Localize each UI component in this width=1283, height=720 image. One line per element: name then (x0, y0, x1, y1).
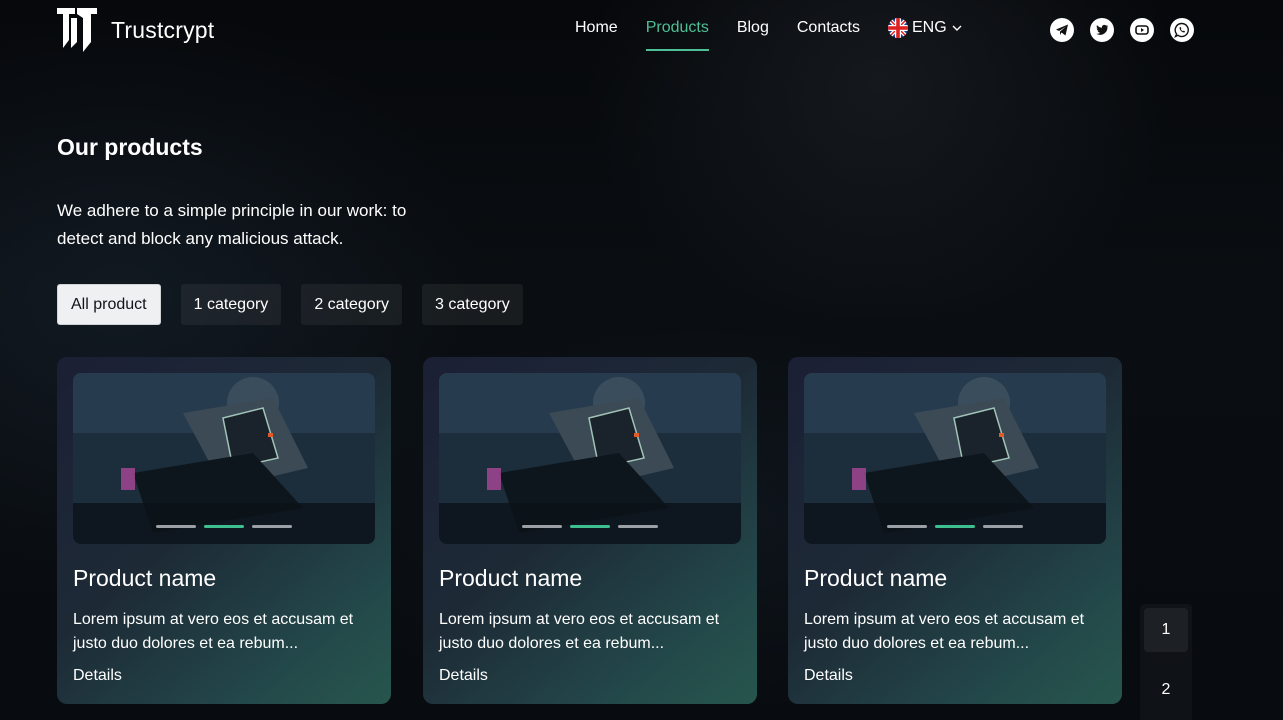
product-description: Lorem ipsum at vero eos et accusam et ju… (439, 611, 720, 652)
language-selector[interactable]: ENG (888, 18, 963, 38)
page-2-button[interactable]: 2 (1144, 668, 1188, 712)
brand-name: Trustcrypt (111, 16, 215, 43)
product-description: Lorem ipsum at vero eos et accusam et ju… (804, 611, 1085, 652)
product-image (73, 373, 375, 544)
product-image (439, 373, 741, 544)
carousel-dot-active[interactable] (935, 525, 975, 528)
product-photo (73, 373, 375, 544)
pagination: 1 2 (1140, 604, 1192, 720)
logo-icon (57, 8, 97, 52)
page-subtitle: We adhere to a simple principle in our w… (57, 201, 407, 248)
telegram-icon[interactable] (1050, 18, 1074, 42)
product-photo (804, 373, 1106, 544)
details-link[interactable]: Details (804, 667, 853, 685)
nav-products[interactable]: Products (645, 19, 709, 51)
uk-flag-icon (888, 18, 908, 38)
carousel-dot[interactable] (156, 525, 196, 528)
brand-logo[interactable]: Trustcrypt (57, 8, 214, 52)
filter-category-2[interactable]: 2 category (301, 284, 403, 325)
chevron-down-icon (952, 25, 962, 31)
carousel-dot[interactable] (522, 525, 562, 528)
page-title: Our products (57, 134, 203, 160)
category-filters: All product 1 category 2 category 3 cate… (57, 284, 523, 325)
product-title: Product name (439, 565, 583, 591)
product-card: Product name Lorem ipsum at vero eos et … (57, 357, 391, 704)
product-description: Lorem ipsum at vero eos et accusam et ju… (73, 611, 354, 652)
image-carousel-dots (156, 525, 292, 528)
carousel-dot[interactable] (887, 525, 927, 528)
filter-all-product[interactable]: All product (57, 284, 161, 325)
carousel-dot-active[interactable] (570, 525, 610, 528)
details-link[interactable]: Details (439, 667, 488, 685)
carousel-dot[interactable] (618, 525, 658, 528)
image-carousel-dots (887, 525, 1023, 528)
whatsapp-icon[interactable] (1170, 18, 1194, 42)
main-nav: Home Products Blog Contacts ENG (575, 18, 963, 51)
youtube-icon[interactable] (1130, 18, 1154, 42)
nav-blog[interactable]: Blog (737, 19, 769, 51)
nav-contacts[interactable]: Contacts (797, 19, 860, 51)
product-card: Product name Lorem ipsum at vero eos et … (788, 357, 1122, 704)
twitter-icon[interactable] (1090, 18, 1114, 42)
product-image (804, 373, 1106, 544)
carousel-dot[interactable] (252, 525, 292, 528)
filter-category-1[interactable]: 1 category (180, 284, 282, 325)
social-links (1050, 18, 1194, 42)
carousel-dot-active[interactable] (204, 525, 244, 528)
product-card: Product name Lorem ipsum at vero eos et … (423, 357, 757, 704)
nav-home[interactable]: Home (575, 19, 618, 51)
language-label: ENG (912, 19, 947, 36)
details-link[interactable]: Details (73, 667, 122, 685)
product-title: Product name (73, 565, 217, 591)
page-1-button[interactable]: 1 (1144, 608, 1188, 652)
product-photo (439, 373, 741, 544)
image-carousel-dots (522, 525, 658, 528)
carousel-dot[interactable] (983, 525, 1023, 528)
product-title: Product name (804, 565, 948, 591)
filter-category-3[interactable]: 3 category (422, 284, 523, 325)
